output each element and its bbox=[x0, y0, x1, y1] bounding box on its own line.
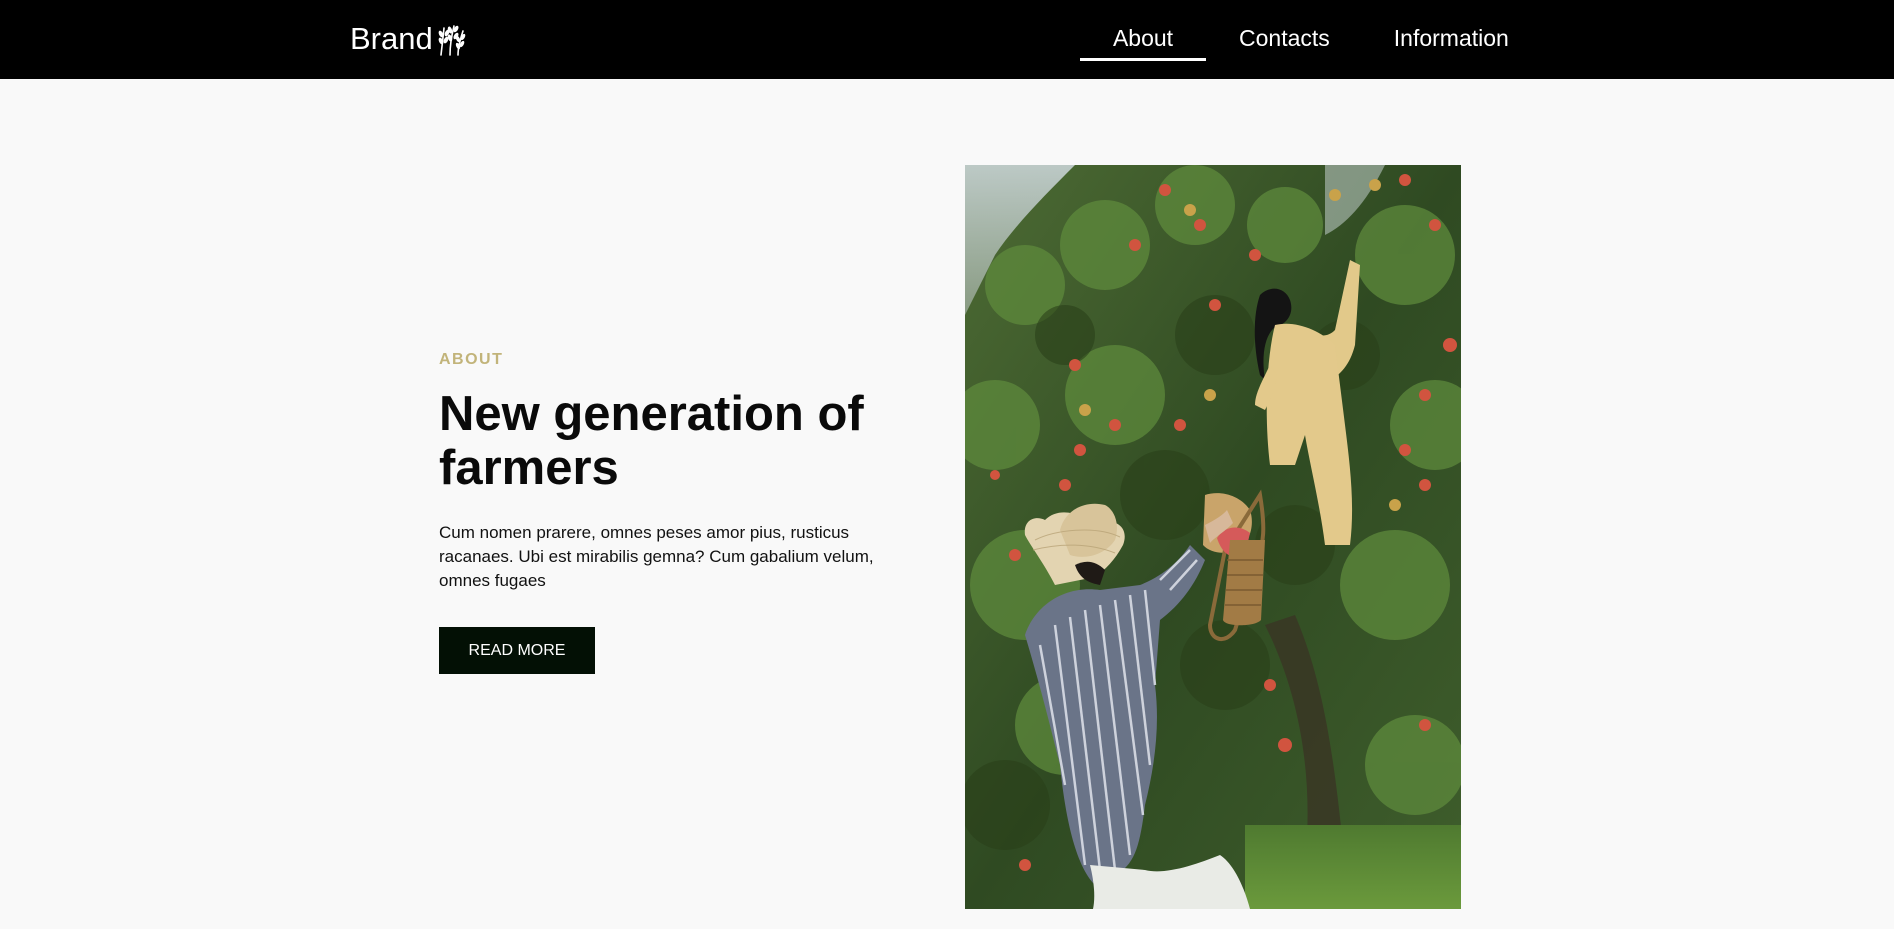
read-more-button[interactable]: READ MORE bbox=[439, 627, 595, 674]
main-nav: About Contacts Information bbox=[1080, 20, 1509, 61]
farmers-picking-apples-photo bbox=[965, 165, 1461, 909]
top-navbar: Brand About Contacts Information bbox=[0, 0, 1894, 79]
section-eyebrow: ABOUT bbox=[439, 351, 504, 368]
brand-logo[interactable]: Brand bbox=[350, 20, 466, 58]
nav-link-contacts[interactable]: Contacts bbox=[1239, 20, 1330, 56]
nav-link-information[interactable]: Information bbox=[1394, 20, 1509, 56]
nav-link-about[interactable]: About bbox=[1080, 20, 1206, 61]
page-title: New generation of farmers bbox=[439, 387, 864, 495]
wheat-icon bbox=[438, 25, 466, 56]
about-paragraph: Cum nomen prarere, omnes peses amor pius… bbox=[439, 523, 874, 590]
photo-illustration bbox=[965, 165, 1461, 909]
about-text-block: ABOUT New generation of farmers Cum nome… bbox=[439, 347, 899, 674]
brand-name: Brand bbox=[350, 21, 433, 56]
